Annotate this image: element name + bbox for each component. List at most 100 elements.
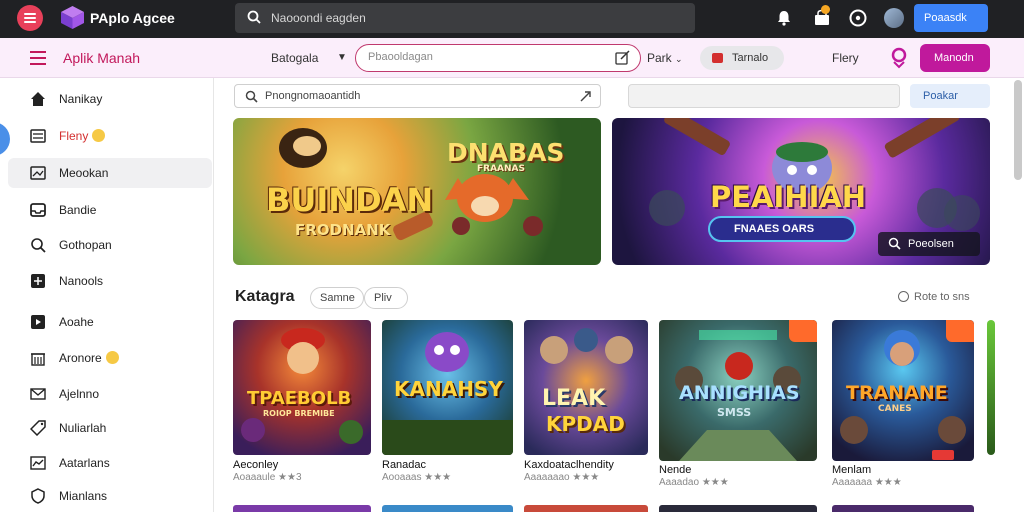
- sidebar-item-aronore[interactable]: Aronore: [8, 343, 212, 373]
- sidebar-item-mianlans[interactable]: Mianlans: [8, 481, 212, 511]
- game-card-rating: Aaaaaaao ★★★: [524, 472, 600, 483]
- sidebar-item-label: Fleny: [59, 129, 89, 143]
- sidebar-item-label: Bandie: [59, 203, 97, 217]
- cart-badge: [821, 5, 830, 14]
- scrollbar[interactable]: [1014, 80, 1022, 180]
- featured-banner-2[interactable]: PEAIHIAH FNAAES OARS Poeolsen: [612, 118, 990, 265]
- hamburger-menu-icon[interactable]: [30, 51, 46, 65]
- banner-1-top-subtitle: FRAANAS: [477, 164, 525, 174]
- edit-icon[interactable]: [615, 50, 630, 65]
- banner-1-top-title: DNABAS: [447, 138, 565, 167]
- sidebar-item-label: Aoahe: [59, 315, 94, 329]
- poakar-button-label: Poakar: [923, 90, 958, 102]
- banner-2-title: PEAIHIAH: [710, 180, 867, 214]
- game-card-rating: Aoaaaule ★★3: [233, 472, 302, 483]
- store-search-input[interactable]: Pbaooldagan: [355, 44, 641, 72]
- sidebar-item-nuliarlah[interactable]: Nuliarlah: [8, 413, 212, 443]
- sidebar-item-label: Gothopan: [59, 238, 112, 252]
- sidebar-item-label: Nanools: [59, 274, 104, 288]
- play-square-icon: [31, 315, 45, 329]
- game-card-art: [987, 320, 995, 455]
- top-app-bar: PAplo Agcee Naooondi eagden Poaasdk: [0, 0, 1024, 38]
- game-card-peek[interactable]: [382, 505, 513, 512]
- filter-chip-label: Samne: [320, 292, 355, 304]
- app-title: PAplo Agcee: [90, 10, 175, 26]
- secondary-input[interactable]: [628, 84, 900, 108]
- sidebar-item-fleny[interactable]: Fleny: [8, 121, 212, 151]
- filter-chip-pliv[interactable]: Pliv: [364, 287, 408, 309]
- filter-pill[interactable]: Tarnalo: [700, 46, 784, 70]
- info-icon[interactable]: [848, 8, 868, 28]
- game-card-art: KANAHSY: [382, 320, 513, 455]
- sidebar-item-ajelnno[interactable]: Ajelnno: [8, 379, 212, 409]
- game-card[interactable]: TPAEBOLB ROIOP BREMIBE Aeconley Aoaaaule…: [233, 320, 371, 505]
- sidebar-item-home[interactable]: Nanikay: [8, 84, 212, 114]
- game-card-art-title: LEAK: [542, 386, 606, 411]
- game-card-partial[interactable]: [987, 320, 995, 505]
- game-card-peek[interactable]: [832, 505, 974, 512]
- global-search-bar[interactable]: Naooondi eagden: [235, 3, 695, 33]
- mail-icon: [30, 388, 46, 400]
- game-card[interactable]: LEAK KPDAD Kaxdoataclhendity Aaaaaaao ★★…: [524, 320, 648, 505]
- sidebar-item-meookan[interactable]: Meookan: [8, 158, 212, 188]
- search-icon: [245, 90, 258, 103]
- shield-icon: [31, 488, 45, 504]
- emoji-icon: [92, 129, 106, 142]
- home-icon: [31, 92, 45, 106]
- list-icon: [30, 129, 46, 143]
- game-card[interactable]: ANNIGHIAS SMSS Nende Aaaadao ★★★: [659, 320, 817, 505]
- global-search-placeholder: Naooondi eagden: [271, 11, 366, 25]
- game-card-art: TRANANE CANES: [832, 320, 974, 461]
- banner-1-title: BUINDAN: [266, 181, 434, 219]
- primary-top-button[interactable]: Poaasdk: [914, 4, 988, 32]
- game-card-rating: Aaaadao ★★★: [659, 477, 729, 488]
- location-pin-icon[interactable]: [889, 47, 909, 69]
- category-dropdown[interactable]: Batogala: [271, 51, 318, 65]
- action-button-label: Manodn: [934, 52, 974, 64]
- game-card-peek[interactable]: [524, 505, 648, 512]
- park-dropdown[interactable]: Park ⌄: [647, 51, 683, 65]
- game-card-name: Aeconley: [233, 459, 279, 471]
- game-card-art: ANNIGHIAS SMSS: [659, 320, 817, 461]
- menu-icon[interactable]: [17, 5, 43, 31]
- banner-2-pill[interactable]: FNAAES OARS: [708, 216, 856, 242]
- poakar-button[interactable]: Poakar: [910, 84, 990, 108]
- flery-link[interactable]: Flery: [832, 51, 859, 65]
- cube-logo-icon[interactable]: [60, 5, 85, 30]
- action-button[interactable]: Manodn: [920, 44, 990, 72]
- see-all-label: Rote to sns: [914, 291, 970, 303]
- featured-banner-1[interactable]: DNABAS FRAANAS BUINDAN FRODNANK: [233, 118, 601, 265]
- game-card-peek[interactable]: [233, 505, 371, 512]
- banner-2-search-chip[interactable]: Poeolsen: [878, 232, 980, 256]
- section-title: Aplik Manah: [63, 50, 141, 66]
- chevron-down-icon[interactable]: ▼: [337, 52, 347, 63]
- secondary-toolbar: Aplik Manah Batogala ▼ Pbaooldagan Park …: [0, 38, 1024, 78]
- game-card[interactable]: TRANANE CANES Menlam Aaaaaaa ★★★: [832, 320, 974, 505]
- sidebar-item-nanools[interactable]: Nanools: [8, 266, 212, 296]
- new-badge: [946, 320, 974, 342]
- filter-chip-samne[interactable]: Samne: [310, 287, 364, 309]
- see-all-link[interactable]: Rote to sns: [898, 291, 970, 303]
- sidebar-item-bandie[interactable]: Bandie: [8, 195, 212, 225]
- park-label: Park: [647, 51, 672, 65]
- game-card-peek[interactable]: [659, 505, 817, 512]
- game-card[interactable]: KANAHSY Ranadac Aooaaas ★★★: [382, 320, 513, 505]
- sidebar-item-aatarlans[interactable]: Aatarlans: [8, 448, 212, 478]
- game-card-art-title: ANNIGHIAS: [679, 382, 800, 404]
- game-card-art-subtitle: SMSS: [717, 406, 752, 419]
- tag-icon: [30, 420, 46, 436]
- sidebar-item-label: Nanikay: [59, 92, 103, 106]
- sidebar-item-aoahe[interactable]: Aoahe: [8, 307, 212, 337]
- sidebar-item-gothopan[interactable]: Gothopan: [8, 230, 212, 260]
- main-search-input[interactable]: Pnongnomaoantidh: [234, 84, 601, 108]
- inbox-icon: [30, 203, 46, 217]
- expand-icon[interactable]: [579, 90, 592, 103]
- category-section-title: Katagra: [235, 288, 295, 305]
- game-card-art: LEAK KPDAD: [524, 320, 648, 455]
- notification-icon[interactable]: [774, 8, 794, 28]
- avatar[interactable]: [884, 8, 904, 28]
- sidebar-item-label: Nuliarlah: [59, 421, 107, 435]
- emoji-icon: [105, 351, 119, 364]
- sidebar-item-label: Meookan: [59, 166, 109, 180]
- record-icon: [712, 53, 723, 63]
